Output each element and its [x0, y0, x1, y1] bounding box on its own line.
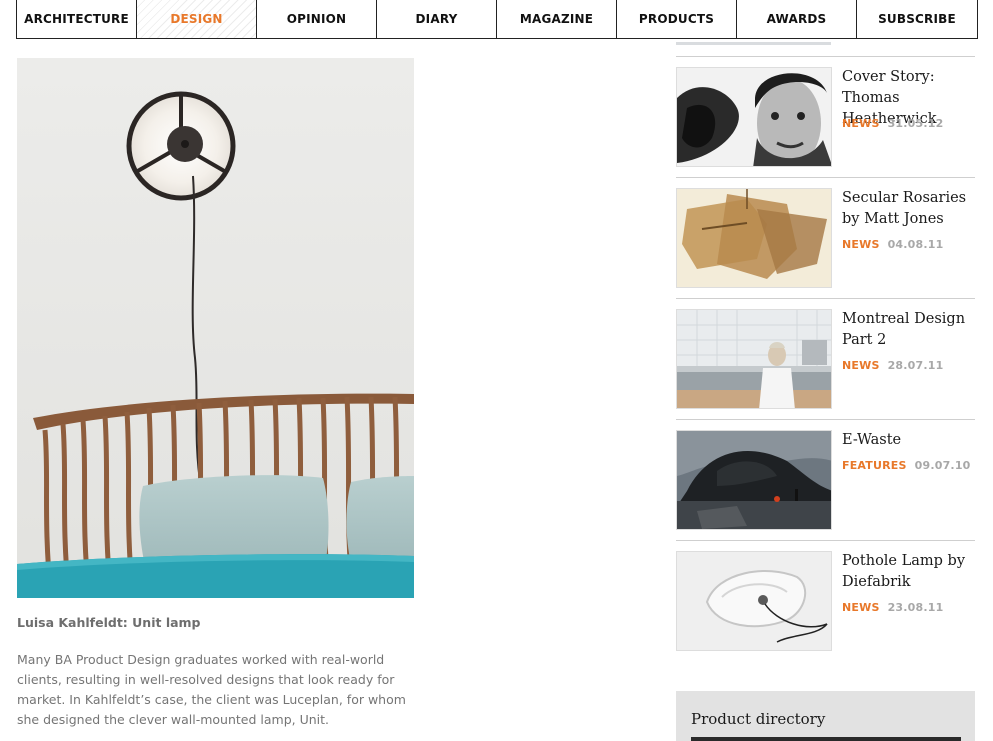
image-caption: Luisa Kahlfeldt: Unit lamp	[17, 615, 201, 630]
article-hero-image	[17, 58, 414, 598]
date-label: 28.07.11	[887, 359, 944, 372]
article-body: Many BA Product Design graduates worked …	[17, 652, 406, 727]
nav-diary[interactable]: DIARY	[377, 0, 497, 38]
previous-item-thumbnail[interactable]	[676, 36, 831, 45]
sidebar-item-heatherwick[interactable]: Cover Story: Thomas Heatherwick NEWS 31.0…	[676, 67, 976, 167]
divider	[676, 419, 975, 420]
thumbnail-e-waste[interactable]	[676, 430, 832, 530]
product-directory-image	[691, 737, 961, 741]
sidebar-item-title[interactable]: Secular Rosaries by Matt Jones	[842, 188, 980, 230]
date-label: 23.08.11	[887, 601, 944, 614]
sidebar-item-montreal-design[interactable]: Montreal Design Part 2 NEWS 28.07.11	[676, 309, 976, 409]
sidebar-item-e-waste[interactable]: E-Waste FEATURES 09.07.10	[676, 430, 976, 530]
date-label: 04.08.11	[887, 238, 944, 251]
date-label: 09.07.10	[914, 459, 971, 472]
category-label[interactable]: FEATURES	[842, 459, 907, 472]
thumbnail-heatherwick[interactable]	[676, 67, 832, 167]
sidebar-item-pothole-lamp[interactable]: Pothole Lamp by Diefabrik NEWS 23.08.11	[676, 551, 976, 651]
product-directory-panel[interactable]: Product directory	[676, 691, 975, 741]
divider	[676, 298, 975, 299]
category-label[interactable]: NEWS	[842, 359, 880, 372]
nav-opinion[interactable]: OPINION	[257, 0, 377, 38]
thumbnail-montreal-design[interactable]	[676, 309, 832, 409]
divider	[676, 56, 975, 57]
thumbnail-secular-rosaries[interactable]	[676, 188, 832, 288]
sidebar-item-secular-rosaries[interactable]: Secular Rosaries by Matt Jones NEWS 04.08…	[676, 188, 976, 288]
nav-architecture[interactable]: ARCHITECTURE	[17, 0, 137, 38]
category-label[interactable]: NEWS	[842, 601, 880, 614]
product-directory-title[interactable]: Product directory	[691, 710, 825, 728]
related-sidebar: Cover Story: Thomas Heatherwick NEWS 31.0…	[676, 0, 976, 741]
sidebar-item-meta: FEATURES 09.07.10	[842, 459, 971, 472]
sidebar-item-meta: NEWS 28.07.11	[842, 359, 943, 372]
nav-design[interactable]: DESIGN	[137, 0, 257, 38]
sidebar-item-meta: NEWS 04.08.11	[842, 238, 943, 251]
category-label[interactable]: NEWS	[842, 238, 880, 251]
category-label[interactable]: NEWS	[842, 117, 880, 130]
nav-magazine[interactable]: MAGAZINE	[497, 0, 617, 38]
sidebar-item-title[interactable]: Pothole Lamp by Diefabrik	[842, 551, 980, 593]
sidebar-item-title[interactable]: Montreal Design Part 2	[842, 309, 980, 351]
sidebar-item-title[interactable]: E-Waste	[842, 430, 980, 451]
sidebar-item-meta: NEWS 23.08.11	[842, 601, 943, 614]
date-label: 31.05.12	[887, 117, 944, 130]
divider	[676, 177, 975, 178]
sidebar-item-meta: NEWS 31.05.12	[842, 117, 943, 130]
divider	[676, 540, 975, 541]
thumbnail-pothole-lamp[interactable]	[676, 551, 832, 651]
